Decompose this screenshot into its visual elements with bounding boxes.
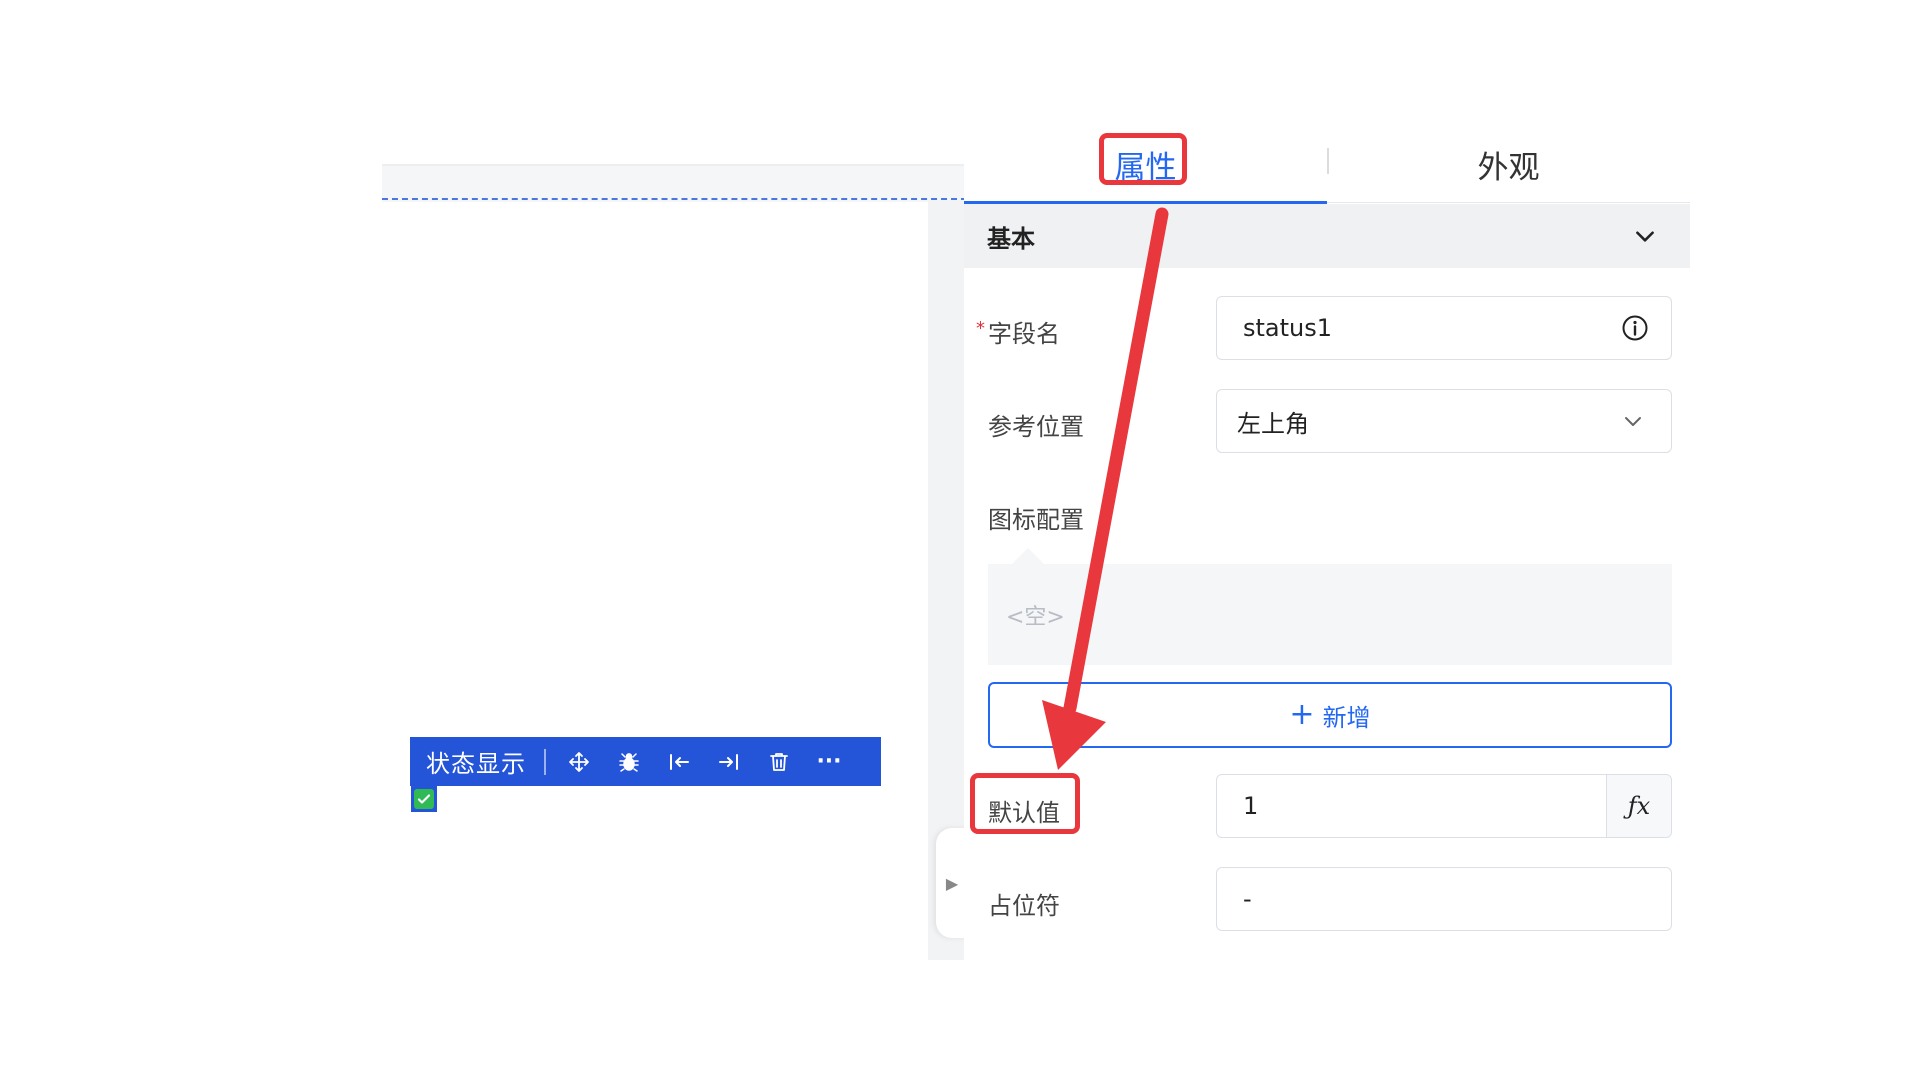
icon-config-list: <空> xyxy=(988,564,1672,665)
placeholder-label: 占位符 xyxy=(988,892,1060,920)
field-name-label: 字段名 xyxy=(988,320,1060,348)
align-right-icon[interactable] xyxy=(714,747,744,777)
placeholder-value: - xyxy=(1243,885,1252,913)
bug-icon[interactable] xyxy=(614,747,644,777)
icon-config-label: 图标配置 xyxy=(988,506,1084,534)
formula-button[interactable]: ƒx xyxy=(1606,775,1671,837)
canvas-top-strip xyxy=(382,164,967,202)
move-icon[interactable] xyxy=(564,747,594,777)
ref-position-value: 左上角 xyxy=(1237,409,1309,438)
empty-box-pointer xyxy=(1012,548,1044,564)
annotation-highlight-default-value xyxy=(970,773,1080,834)
ref-position-select[interactable]: 左上角 xyxy=(1216,389,1672,453)
section-title: 基本 xyxy=(987,224,1035,253)
more-icon[interactable]: ··· xyxy=(814,747,844,777)
section-basic-header[interactable]: 基本 xyxy=(964,204,1690,268)
triangle-right-icon: ▶ xyxy=(945,873,959,893)
status-check-icon xyxy=(414,789,434,809)
field-name-value: status1 xyxy=(1243,314,1333,342)
chevron-down-icon xyxy=(1625,417,1641,426)
toolbar-divider xyxy=(544,748,546,775)
tab-baseline xyxy=(1327,202,1690,203)
field-name-input[interactable]: status1 xyxy=(1216,296,1672,360)
tab-appearance-label: 外观 xyxy=(1477,149,1540,186)
panel-tabs: 属性 外观 xyxy=(964,126,1690,204)
ref-position-label: 参考位置 xyxy=(988,413,1084,441)
empty-placeholder: <空> xyxy=(1006,604,1065,630)
annotation-highlight-tab xyxy=(1099,133,1187,185)
default-value-value: 1 xyxy=(1243,792,1259,820)
delete-icon[interactable] xyxy=(764,747,794,777)
info-icon[interactable] xyxy=(1621,314,1649,342)
widget-toolbar: 状态显示 ··· xyxy=(410,737,881,786)
align-left-icon[interactable] xyxy=(664,747,694,777)
default-value-input[interactable]: 1 ƒx xyxy=(1216,774,1672,838)
placeholder-input[interactable]: - xyxy=(1216,867,1672,931)
widget-title: 状态显示 xyxy=(426,750,526,778)
canvas-selection-line xyxy=(382,198,967,200)
chevron-down-icon xyxy=(1636,231,1654,242)
add-button-label: 新增 xyxy=(1322,703,1371,732)
required-mark: * xyxy=(976,318,985,339)
plus-icon: + xyxy=(1289,697,1315,732)
add-icon-config-button[interactable]: + 新增 xyxy=(988,682,1672,748)
status-display-widget[interactable] xyxy=(411,786,437,812)
tab-appearance[interactable]: 外观 xyxy=(1327,126,1690,202)
